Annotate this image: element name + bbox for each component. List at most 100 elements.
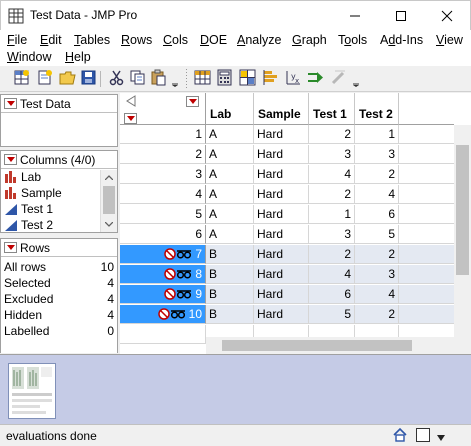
grid-corner[interactable] [120,93,206,125]
row-header[interactable]: 5 [120,205,206,224]
column-item-test-1[interactable]: Test 1 [4,202,53,216]
scroll-up-button[interactable] [101,170,117,184]
empty-cell[interactable] [399,145,454,164]
menu-file[interactable]: File [7,33,27,47]
rows-panel-header[interactable]: Rows [1,239,117,257]
empty-cell[interactable] [399,125,454,144]
red-triangle-icon[interactable] [4,98,17,109]
empty-cell[interactable] [399,205,454,224]
table-cell[interactable]: Hard [254,305,309,324]
table-cell[interactable]: Hard [254,145,309,164]
fit-y-by-x-icon[interactable]: yx [285,69,302,86]
row-header[interactable]: 1 [120,125,206,144]
empty-cell[interactable] [399,165,454,184]
rows-stat-label[interactable]: Labelled [4,324,49,338]
toolbar-grip[interactable] [186,69,187,89]
column-item-lab[interactable]: Lab [4,170,41,184]
table-cell[interactable]: 2 [355,165,399,184]
minimize-button[interactable] [332,1,378,31]
empty-cell[interactable] [399,225,454,244]
row-header[interactable]: 10 [120,305,206,324]
red-triangle-icon[interactable] [186,96,199,107]
table-cell[interactable]: 4 [309,265,355,284]
table-cell[interactable]: B [206,245,254,264]
table-cell[interactable]: Hard [254,265,309,284]
table-cell[interactable]: A [206,205,254,224]
menu-rows[interactable]: Rows [121,33,152,47]
table-cell[interactable]: 5 [355,225,399,244]
table-cell[interactable]: A [206,225,254,244]
grid-horizontal-scrollbar[interactable] [206,337,454,354]
menu-analyze[interactable]: Analyze [237,33,281,47]
table-cell[interactable]: Hard [254,185,309,204]
window-list-checkbox[interactable] [416,428,430,442]
column-header-lab[interactable]: Lab [206,93,254,125]
menu-help[interactable]: Help [65,50,91,64]
row-header[interactable]: 4 [120,185,206,204]
table-cell[interactable]: 4 [309,165,355,184]
table-cell[interactable]: Hard [254,205,309,224]
table-cell[interactable]: 3 [355,265,399,284]
new-script-icon[interactable] [36,69,53,86]
menu-doe[interactable]: DOE [200,33,227,47]
maximize-button[interactable] [378,1,424,31]
rows-stat-label[interactable]: Excluded [4,292,53,306]
subset-grid-icon[interactable] [239,69,256,86]
report-thumbnail[interactable] [8,363,56,419]
table-cell[interactable]: 1 [309,205,355,224]
table-cell[interactable]: 6 [309,285,355,304]
column-item-sample[interactable]: Sample [4,186,62,200]
row-header[interactable]: 8 [120,265,206,284]
save-icon[interactable] [80,69,97,86]
red-triangle-icon[interactable] [124,113,137,124]
scroll-thumb[interactable] [103,186,115,214]
distribution-bars-icon[interactable] [262,69,279,86]
rows-stat-label[interactable]: Hidden [4,308,42,322]
table-cell[interactable]: 3 [355,145,399,164]
grid-vertical-scrollbar[interactable] [454,125,471,354]
table-cell[interactable]: Hard [254,165,309,184]
table-cell[interactable]: 4 [355,285,399,304]
table-cell[interactable]: 2 [309,125,355,144]
table-panel-header[interactable]: Test Data [1,95,117,113]
table-cell[interactable]: 2 [355,305,399,324]
table-cell[interactable]: Hard [254,125,309,144]
columns-scrollbar[interactable] [100,170,117,232]
home-button[interactable] [392,427,408,443]
table-cell[interactable]: B [206,305,254,324]
table-cell[interactable]: Hard [254,245,309,264]
menu-window[interactable]: Window [7,50,51,64]
table-cell[interactable]: 2 [355,245,399,264]
toolbar-overflow-chevron-2[interactable] [353,76,359,90]
grid-scroll-thumb[interactable] [456,145,469,275]
menu-cols[interactable]: Cols [163,33,188,47]
table-cell[interactable]: A [206,185,254,204]
menu-tools[interactable]: Tools [338,33,367,47]
row-header[interactable]: 9 [120,285,206,304]
table-cell[interactable]: A [206,165,254,184]
row-header[interactable]: 2 [120,145,206,164]
table-cell[interactable]: A [206,145,254,164]
table-cell[interactable]: 1 [355,125,399,144]
empty-cell[interactable] [399,265,454,284]
table-cell[interactable]: B [206,265,254,284]
table-cell[interactable]: 2 [309,245,355,264]
column-item-test-2[interactable]: Test 2 [4,218,53,232]
row-header[interactable]: 3 [120,165,206,184]
column-header-test-2[interactable]: Test 2 [355,93,399,125]
empty-cell[interactable] [120,325,206,344]
new-data-table-icon[interactable] [13,69,30,86]
formula-calculator-icon[interactable] [216,69,233,86]
scroll-down-button[interactable] [101,217,117,231]
close-button[interactable] [424,1,470,31]
column-header-empty[interactable] [399,93,454,125]
empty-cell[interactable] [399,305,454,324]
select-all-triangle-icon[interactable] [126,95,136,107]
table-cell[interactable]: 6 [355,205,399,224]
menu-view[interactable]: View [436,33,463,47]
table-cell[interactable]: 3 [309,225,355,244]
empty-cell[interactable] [399,245,454,264]
copy-icon[interactable] [129,69,146,86]
toolbar-overflow-chevron[interactable] [172,76,178,90]
table-cell[interactable]: B [206,285,254,304]
